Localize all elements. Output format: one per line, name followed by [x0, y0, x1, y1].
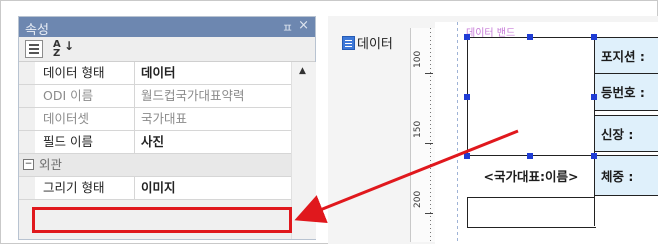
annotation-arrow-icon	[294, 129, 519, 224]
